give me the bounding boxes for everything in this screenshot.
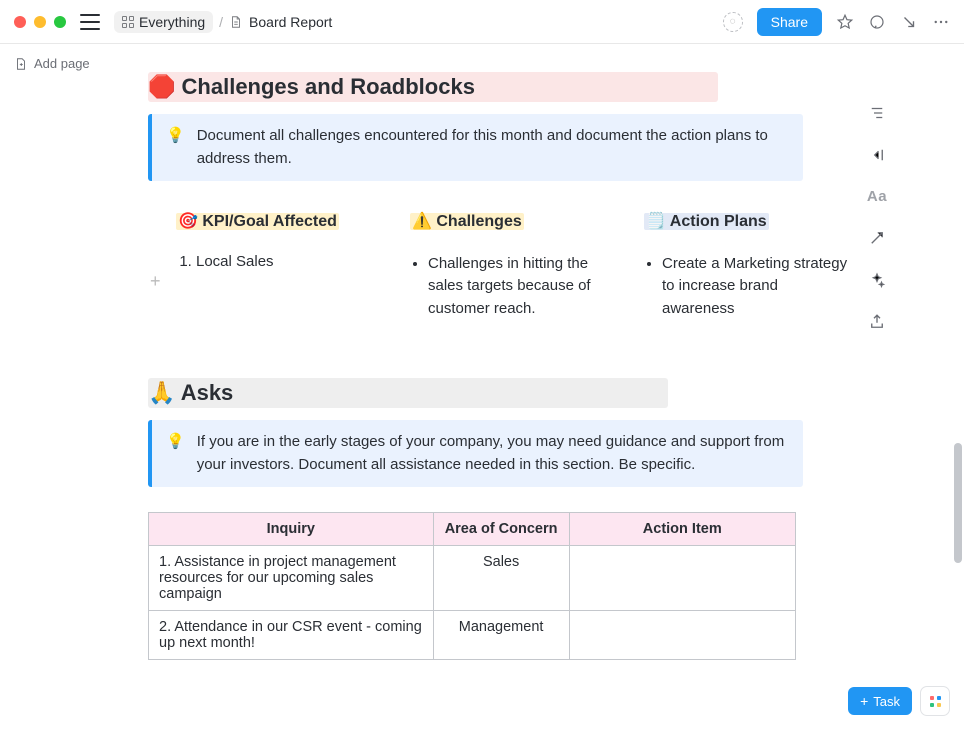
cell-inquiry[interactable]: 1. Assistance in project management reso… xyxy=(149,545,434,610)
document-content[interactable]: 🛑 Challenges and Roadblocks 💡 Document a… xyxy=(148,44,848,732)
floating-actions: + Task xyxy=(848,686,950,716)
window-minimize-icon[interactable] xyxy=(34,16,46,28)
window-maximize-icon[interactable] xyxy=(54,16,66,28)
star-icon[interactable] xyxy=(836,13,854,31)
share-button[interactable]: Share xyxy=(757,8,822,36)
heading-text[interactable]: 🙏 Asks xyxy=(148,378,848,408)
window-controls xyxy=(14,16,66,28)
warning-icon: ⚠️ xyxy=(412,213,432,230)
column-title-actions: Action Plans xyxy=(670,213,767,230)
add-page-icon xyxy=(14,57,28,71)
callout-asks[interactable]: 💡 If you are in the early stages of your… xyxy=(148,420,803,487)
col-inquiry[interactable]: Inquiry xyxy=(149,512,434,545)
heading-emoji: 🙏 xyxy=(148,380,175,405)
topbar-right: ◌ Share xyxy=(723,8,950,36)
lightbulb-icon: 💡 xyxy=(166,430,185,477)
column-title-kpi: KPI/Goal Affected xyxy=(202,213,337,230)
task-label: Task xyxy=(873,694,900,709)
target-icon: 🎯 xyxy=(178,213,198,230)
everything-icon xyxy=(122,16,134,28)
section-heading-asks: 🙏 Asks xyxy=(148,378,848,408)
content-wrap: 🛑 Challenges and Roadblocks 💡 Document a… xyxy=(120,44,964,732)
breadcrumb-page-label: Board Report xyxy=(249,14,332,30)
col-action[interactable]: Action Item xyxy=(569,512,795,545)
list-item[interactable]: Challenges in hitting the sales targets … xyxy=(428,253,614,321)
add-block-icon[interactable]: + xyxy=(150,271,161,292)
column-kpi[interactable]: 🎯 KPI/Goal Affected Local Sales xyxy=(176,211,380,321)
breadcrumb-root[interactable]: Everything xyxy=(114,11,213,33)
list-item[interactable]: Create a Marketing strategy to increase … xyxy=(662,253,848,321)
notepad-icon: 🗒️ xyxy=(646,213,666,230)
right-toolbar: Aa xyxy=(848,44,906,732)
breadcrumb-root-label: Everything xyxy=(139,14,205,30)
cell-action[interactable] xyxy=(569,545,795,610)
window-close-icon[interactable] xyxy=(14,16,26,28)
cell-area[interactable]: Sales xyxy=(433,545,569,610)
section-heading-challenges: 🛑 Challenges and Roadblocks xyxy=(148,72,848,102)
heading-emoji: 🛑 xyxy=(148,74,175,99)
callout-text: Document all challenges encountered for … xyxy=(197,124,789,171)
add-page-label: Add page xyxy=(34,56,90,71)
add-page-button[interactable]: Add page xyxy=(14,56,120,71)
more-icon[interactable] xyxy=(932,13,950,31)
wand-icon[interactable] xyxy=(868,229,886,247)
cell-action[interactable] xyxy=(569,610,795,659)
asks-table[interactable]: Inquiry Area of Concern Action Item 1. A… xyxy=(148,512,796,660)
ai-sparkle-icon[interactable] xyxy=(868,271,886,289)
collapse-icon[interactable] xyxy=(868,146,886,164)
heading-text[interactable]: 🛑 Challenges and Roadblocks xyxy=(148,72,848,102)
sidebar: Add page xyxy=(0,44,120,732)
apps-button[interactable] xyxy=(920,686,950,716)
col-area[interactable]: Area of Concern xyxy=(433,512,569,545)
text-style-button[interactable]: Aa xyxy=(867,188,887,205)
table-header-row: Inquiry Area of Concern Action Item xyxy=(149,512,796,545)
breadcrumb-page[interactable]: Board Report xyxy=(229,14,332,30)
document-icon xyxy=(229,15,243,29)
scrollbar-thumb[interactable] xyxy=(954,443,962,563)
plus-icon: + xyxy=(860,693,868,709)
apps-icon xyxy=(930,696,941,707)
challenges-list: Challenges in hitting the sales targets … xyxy=(410,253,614,321)
challenges-columns: + 🎯 KPI/Goal Affected Local Sales ⚠️ Cha… xyxy=(148,211,848,321)
outline-icon[interactable] xyxy=(868,104,886,122)
kpi-list: Local Sales xyxy=(176,253,380,270)
cell-area[interactable]: Management xyxy=(433,610,569,659)
heading-label: Challenges and Roadblocks xyxy=(182,74,475,99)
column-header-actions: 🗒️ Action Plans xyxy=(644,211,848,231)
menu-toggle-icon[interactable] xyxy=(80,14,100,30)
table-row[interactable]: 1. Assistance in project management reso… xyxy=(149,545,796,610)
lightbulb-icon: 💡 xyxy=(166,124,185,171)
comment-icon[interactable] xyxy=(868,13,886,31)
table-row[interactable]: 2. Attendance in our CSR event - coming … xyxy=(149,610,796,659)
heading-label: Asks xyxy=(181,380,234,405)
actions-list: Create a Marketing strategy to increase … xyxy=(644,253,848,321)
breadcrumb-separator: / xyxy=(219,14,223,30)
cell-inquiry[interactable]: 2. Attendance in our CSR event - coming … xyxy=(149,610,434,659)
arrow-down-right-icon[interactable] xyxy=(900,13,918,31)
status-circle-icon[interactable]: ◌ xyxy=(723,12,743,32)
callout-text: If you are in the early stages of your c… xyxy=(197,430,789,477)
breadcrumb: Everything / Board Report xyxy=(114,11,332,33)
column-actions[interactable]: 🗒️ Action Plans Create a Marketing strat… xyxy=(644,211,848,321)
new-task-button[interactable]: + Task xyxy=(848,687,912,715)
layout: Add page 🛑 Challenges and Roadblocks 💡 D… xyxy=(0,44,964,732)
callout-challenges[interactable]: 💡 Document all challenges encountered fo… xyxy=(148,114,803,181)
export-icon[interactable] xyxy=(868,313,886,331)
list-item[interactable]: Local Sales xyxy=(196,253,380,270)
column-challenges[interactable]: ⚠️ Challenges Challenges in hitting the … xyxy=(410,211,614,321)
column-title-challenges: Challenges xyxy=(436,213,521,230)
column-header-challenges: ⚠️ Challenges xyxy=(410,211,614,231)
column-header-kpi: 🎯 KPI/Goal Affected xyxy=(176,211,380,231)
top-bar: Everything / Board Report ◌ Share xyxy=(0,0,964,44)
